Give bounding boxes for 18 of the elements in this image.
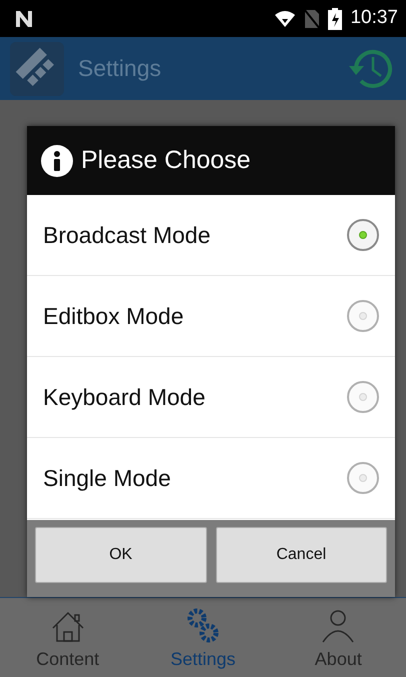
dialog-button[interactable]: Cancel (216, 527, 387, 583)
mode-option[interactable]: Editbox Mode (27, 276, 395, 357)
radio-button[interactable] (347, 462, 379, 494)
mode-option[interactable]: Keyboard Mode (27, 357, 395, 438)
dialog-title: Please Choose (81, 144, 251, 176)
mode-option[interactable]: Broadcast Mode (27, 195, 395, 276)
radio-button[interactable] (347, 381, 379, 413)
radio-button[interactable] (347, 300, 379, 332)
radio-button[interactable] (347, 219, 379, 251)
info-icon (41, 144, 73, 176)
no-sim-icon (304, 8, 320, 28)
dialog-button[interactable]: OK (35, 527, 206, 583)
wifi-icon (274, 10, 296, 28)
status-time: 10:37 (350, 6, 398, 30)
battery-charging-icon (328, 8, 342, 30)
notification-icon (14, 10, 34, 28)
mode-option[interactable]: Single Mode (27, 438, 395, 519)
app-title: Settings (78, 54, 162, 84)
